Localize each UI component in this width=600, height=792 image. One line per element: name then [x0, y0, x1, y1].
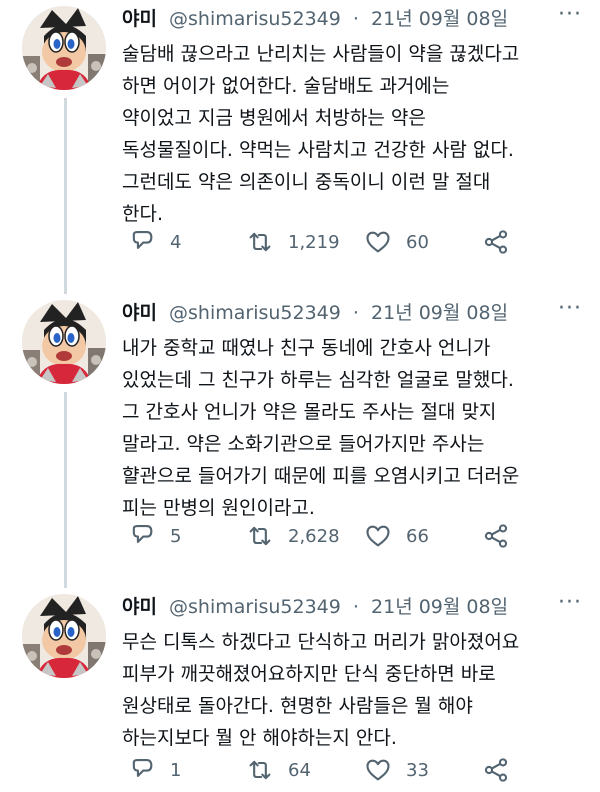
- like-count: 33: [406, 759, 429, 781]
- tweet-2[interactable]: 야미 @shimarisu52349 · 21년 09월 08일 ··· 내가 …: [0, 294, 600, 590]
- handle[interactable]: @shimarisu52349: [169, 302, 341, 324]
- tweet-text: 술담배 끊으라고 난리치는 사람들이 약을 끊겠다고 하면 어이가 없어한다. …: [122, 43, 520, 225]
- more-options-button[interactable]: ···: [558, 2, 582, 27]
- share-nodes-icon: [484, 524, 508, 548]
- handle[interactable]: @shimarisu52349: [169, 596, 341, 618]
- handle[interactable]: @shimarisu52349: [169, 8, 341, 30]
- reply-bubble-icon: [132, 525, 153, 543]
- retweet-count: 64: [288, 759, 311, 781]
- tweet-actions: 4 1,219 60: [128, 228, 568, 262]
- tweet-header: 야미 @shimarisu52349 · 21년 09월 08일: [122, 592, 508, 619]
- share-button[interactable]: [482, 522, 510, 550]
- avatar[interactable]: [22, 6, 106, 90]
- retweet-count: 2,628: [288, 525, 340, 547]
- tweet-header: 야미 @shimarisu52349 · 21년 09월 08일: [122, 4, 508, 31]
- tweet-3[interactable]: 야미 @shimarisu52349 · 21년 09월 08일 ··· 무슨 …: [0, 588, 600, 792]
- more-options-button[interactable]: ···: [558, 590, 582, 615]
- more-options-button[interactable]: ···: [558, 296, 582, 321]
- tweet-header: 야미 @shimarisu52349 · 21년 09월 08일: [122, 298, 508, 325]
- tweet-1[interactable]: 야미 @shimarisu52349 · 21년 09월 08일 ··· 술담배…: [0, 0, 600, 294]
- timestamp[interactable]: 21년 09월 08일: [371, 302, 508, 324]
- reply-button[interactable]: 4: [128, 228, 181, 256]
- reply-bubble-icon: [132, 231, 153, 249]
- retweet-arrows-icon: [249, 760, 271, 780]
- reply-count: 1: [170, 759, 182, 781]
- display-name[interactable]: 야미: [122, 302, 157, 324]
- like-button[interactable]: 33: [364, 756, 429, 784]
- reply-count: 4: [170, 231, 182, 253]
- retweet-count: 1,219: [288, 231, 340, 253]
- like-count: 60: [406, 231, 429, 253]
- retweet-button[interactable]: 2,628: [246, 522, 340, 550]
- tweet-text: 무슨 디톡스 하겠다고 단식하고 머리가 맑아졌어요 피부가 깨끗해졌어요하지만…: [122, 631, 520, 749]
- retweet-arrows-icon: [249, 526, 271, 546]
- reply-count: 5: [170, 525, 182, 547]
- share-nodes-icon: [484, 230, 508, 254]
- share-nodes-icon: [484, 758, 508, 782]
- like-count: 66: [406, 525, 429, 547]
- heart-icon: [366, 231, 390, 253]
- separator: ·: [352, 8, 359, 30]
- retweet-arrows-icon: [249, 232, 271, 252]
- tweet-text: 내가 중학교 때였나 친구 동네에 간호사 언니가 있었는데 그 친구가 하루는…: [122, 337, 520, 519]
- like-button[interactable]: 66: [364, 522, 429, 550]
- heart-icon: [366, 525, 390, 547]
- reply-button[interactable]: 5: [128, 522, 181, 550]
- timestamp[interactable]: 21년 09월 08일: [371, 596, 508, 618]
- share-button[interactable]: [482, 756, 510, 784]
- avatar[interactable]: [22, 300, 106, 384]
- timestamp[interactable]: 21년 09월 08일: [371, 8, 508, 30]
- avatar[interactable]: [22, 594, 106, 678]
- share-button[interactable]: [482, 228, 510, 256]
- retweet-button[interactable]: 1,219: [246, 228, 340, 256]
- tweet-actions: 5 2,628 66: [128, 522, 568, 556]
- retweet-button[interactable]: 64: [246, 756, 311, 784]
- reply-button[interactable]: 1: [128, 756, 181, 784]
- separator: ·: [352, 302, 359, 324]
- reply-bubble-icon: [132, 759, 153, 777]
- separator: ·: [352, 596, 359, 618]
- heart-icon: [366, 759, 390, 781]
- tweet-actions: 1 64 33: [128, 756, 568, 790]
- like-button[interactable]: 60: [364, 228, 429, 256]
- display-name[interactable]: 야미: [122, 596, 157, 618]
- display-name[interactable]: 야미: [122, 8, 157, 30]
